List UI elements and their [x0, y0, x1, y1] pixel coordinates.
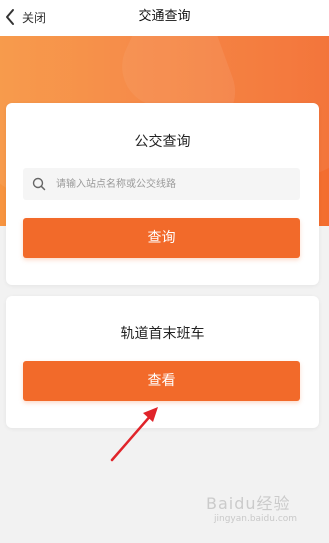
watermark-url: jingyan.baidu.com: [214, 514, 298, 524]
page-title: 交通查询: [138, 9, 191, 24]
watermark: Baidu经验 jingyan.baidu.com: [206, 488, 324, 538]
rail-schedule-title: 轨道首末班车: [120, 326, 205, 342]
annotation-arrow-icon: [110, 407, 158, 462]
watermark-text: Baidu经验: [206, 494, 291, 513]
query-button[interactable]: 查询: [23, 218, 300, 258]
search-icon: [23, 177, 46, 191]
bus-query-card: 公交查询 查询: [6, 103, 319, 285]
bus-query-title: 公交查询: [134, 134, 191, 150]
search-input[interactable]: [54, 177, 288, 191]
top-nav-bar: 关闭 交通查询: [0, 0, 329, 36]
view-button[interactable]: 查看: [23, 361, 300, 401]
search-box[interactable]: [23, 168, 300, 200]
